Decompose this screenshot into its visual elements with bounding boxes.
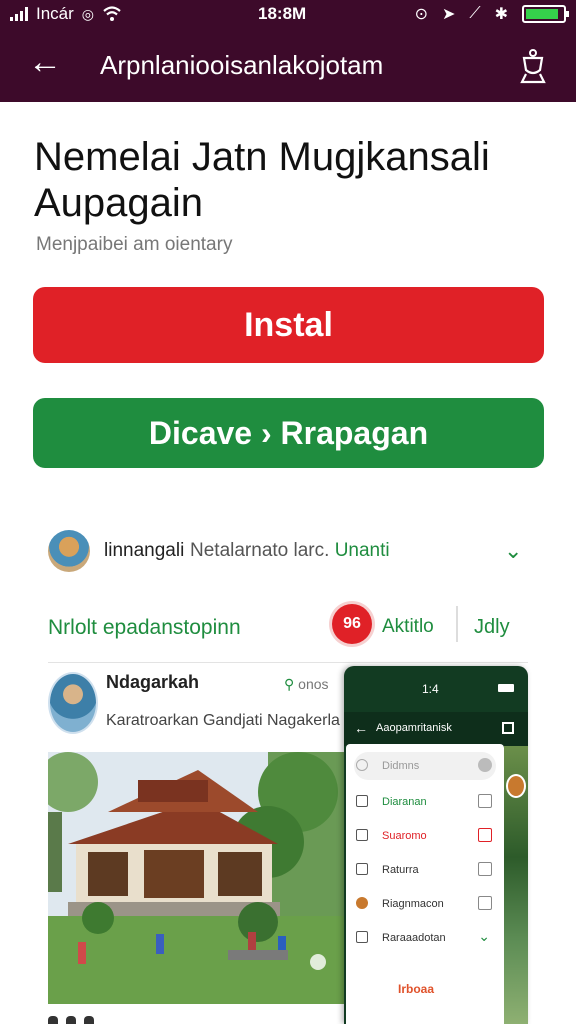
menu-item-label: Suaromo [382,830,427,842]
info-description-accent: Unanti [334,540,390,561]
overlay-app-bar: ← Aaopamritanisk [344,712,528,746]
avatar [506,774,526,798]
arrow-left-icon[interactable]: ← [28,42,62,82]
post-photo[interactable] [48,752,348,1004]
menu-item[interactable]: Raturra [354,856,496,884]
carrier-label: Incár [36,4,74,23]
chevron-down-icon[interactable]: ⌄ [504,538,522,564]
menu-item-label: Raturra [382,864,419,876]
page-title: Nemelai Jatn Mugjkansali Aupagain [34,135,490,225]
clock: 18:8M [258,4,307,23]
overlay-title: Aaopamritanisk [376,722,452,734]
post-subtitle: Karatroarkan Gandjati Nagakerla [106,712,340,729]
bookmark-icon [356,795,368,807]
menu-item[interactable]: Riagnmacon [354,890,496,918]
settings-icon[interactable] [478,758,492,772]
trophy-icon[interactable] [516,48,550,84]
avatar-icon [356,897,368,909]
info-description: Netalarnato larc. Unanti [190,540,390,562]
post-author[interactable]: Ndagarkah [106,672,199,693]
calendar-icon [356,829,368,841]
map-strip [504,746,528,1024]
square-icon[interactable] [502,722,514,734]
bluetooth-icon: ✱ [494,6,508,23]
wifi-icon [103,6,121,21]
search-icon [356,759,368,771]
location-icon: ➤ [441,6,456,23]
status-left: Incár ◎ [10,4,122,24]
overlay-time: 1:4 [422,682,439,696]
list-icon [356,863,368,875]
status-right: ⊙ ➤ ⟋ ✱ [414,4,569,24]
info-description-text: Netalarnato larc. [190,540,330,561]
count-badge[interactable]: 96 [332,604,372,644]
dot-icon [66,1016,76,1024]
battery-icon [498,684,514,692]
overlay-menu: Didmns Diaranan Suaromo Raturra Riagnmac… [346,744,504,1024]
action-label[interactable]: Nrlolt epadanstopinn [48,616,241,640]
menu-item-label: Didmns [382,760,420,772]
pavilion-illustration [48,752,348,1004]
network-icon: ◎ [81,5,95,22]
chevron-down-icon[interactable]: ⌄ [478,928,490,945]
arrow-left-icon[interactable]: ← [354,720,368,736]
bottom-icons [48,1016,348,1024]
signal-icon [10,7,28,21]
menu-item[interactable]: Suaromo [354,822,496,850]
overlay-phone[interactable]: 1:4 ← Aaopamritanisk Didmns Diaranan Sua… [344,666,528,1024]
overlay-footer-link[interactable]: Irboaa [398,982,434,996]
menu-item-label: Raraaadotan [382,932,446,944]
divider [48,662,528,663]
menu-item[interactable]: Raraaadotan ⌄ [354,924,496,952]
square-icon [478,794,492,808]
info-name: linnangali [104,540,185,561]
square-icon [478,828,492,842]
avatar[interactable] [48,672,98,734]
menu-item[interactable]: Diaranan [354,788,496,816]
menu-item-label: Riagnmacon [382,898,444,910]
square-icon [478,896,492,910]
alarm-icon: ⊙ [414,6,428,23]
post-meta-text: onos [298,676,329,692]
checkbox-icon[interactable] [356,931,368,943]
app-bar: ← Arpnlaniooisanlakojotam [0,28,576,102]
install-button[interactable]: Instal [33,287,544,363]
nfc-icon: ⟋ [469,5,481,22]
page-subtitle: Menjpaibei am oientary [36,234,233,255]
post-meta: ⚲ onos [284,676,329,693]
battery-icon [522,5,569,23]
app-title: Arpnlaniooisanlakojotam [100,50,384,80]
divider [456,606,458,642]
action-right-link[interactable]: Jdly [474,616,510,639]
pin-icon: ⚲ [284,676,295,692]
dot-icon [84,1016,94,1024]
avatar[interactable] [48,530,90,572]
discover-button[interactable]: Dicave › Rrapagan [33,398,544,468]
battery-fill [526,9,559,19]
action-middle-link[interactable]: Aktitlo [382,616,434,638]
square-icon [478,862,492,876]
menu-item-label: Diaranan [382,796,427,808]
status-bar: Incár ◎ 18:8M ⊙ ➤ ⟋ ✱ [0,0,576,28]
menu-item[interactable]: Didmns [354,752,496,780]
dot-icon [48,1016,58,1024]
